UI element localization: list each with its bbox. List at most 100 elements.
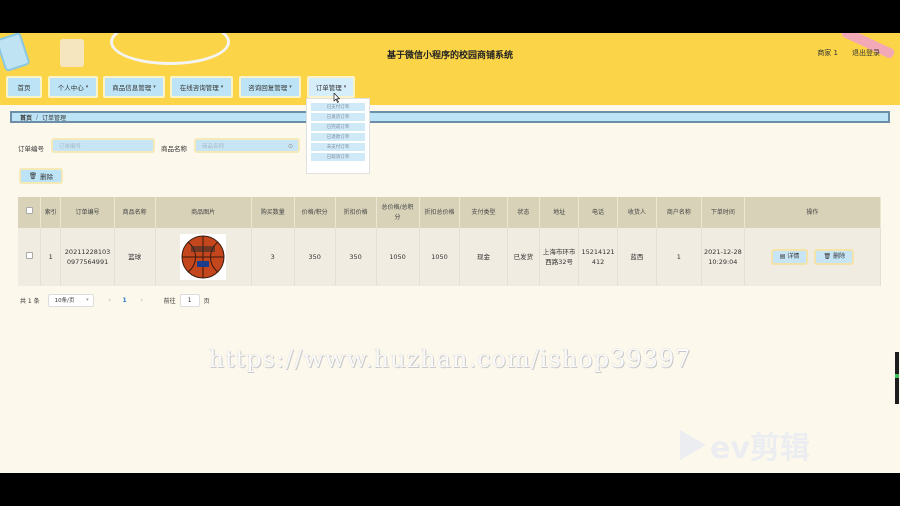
ev-watermark: ev剪辑 bbox=[680, 423, 810, 467]
row-checkbox-cell bbox=[18, 228, 41, 286]
cell-status: 已发货 bbox=[507, 228, 541, 286]
cell-discount-price: 350 bbox=[335, 228, 377, 286]
select-all-checkbox[interactable] bbox=[25, 207, 33, 214]
page-unit-label: 页 bbox=[203, 297, 210, 305]
column-header: 总价格/总积分 bbox=[376, 197, 420, 228]
cell-product-name: 篮球 bbox=[114, 228, 156, 286]
column-header: 操作 bbox=[744, 197, 882, 228]
column-header: 支付类型 bbox=[459, 197, 508, 228]
nav-item-home[interactable]: 首页 bbox=[6, 76, 42, 98]
cell-pay-type: 现金 bbox=[459, 228, 508, 286]
detail-icon: ▤ bbox=[779, 253, 786, 260]
play-icon bbox=[680, 430, 706, 460]
row-delete-button[interactable]: 🗑 删除 bbox=[814, 249, 855, 265]
breadcrumb: 首页 / 订单管理 bbox=[10, 111, 890, 123]
column-header: 折扣总价格 bbox=[419, 197, 461, 228]
video-letterbox-bottom bbox=[0, 473, 900, 506]
column-header: 收货人 bbox=[617, 197, 657, 228]
nav-item-personal-center[interactable]: 个人中心 ▾ bbox=[48, 76, 98, 98]
page-size-select[interactable]: 10条/页 ▾ bbox=[47, 293, 94, 307]
cell-receiver: 蓝西 bbox=[617, 228, 657, 286]
basketball-image bbox=[180, 234, 227, 280]
order-no-value: 202112281030977564991 bbox=[64, 248, 111, 266]
page-number-current[interactable]: 1 bbox=[118, 297, 132, 304]
table-row: 1 202112281030977564991 篮球 3 350 350 105… bbox=[18, 228, 882, 286]
delete-button-label: 删除 bbox=[40, 173, 54, 181]
pagination: 共 1 条 10条/页 ▾ ‹ 1 › 前往 1 页 bbox=[20, 293, 210, 307]
product-name-placeholder: 商品名称 bbox=[202, 143, 225, 150]
next-page-button[interactable]: › bbox=[134, 297, 150, 304]
mouse-cursor-icon bbox=[333, 93, 340, 103]
product-name-input[interactable]: 商品名称 ⊙ bbox=[194, 138, 300, 153]
cell-total: 1050 bbox=[376, 228, 420, 286]
cell-price: 350 bbox=[294, 228, 336, 286]
breadcrumb-current: 订单管理 bbox=[42, 114, 67, 122]
order-no-input[interactable]: 订单编号 bbox=[51, 138, 155, 153]
cell-discount-total: 1050 bbox=[419, 228, 461, 286]
chevron-down-icon: ▾ bbox=[289, 84, 292, 90]
order-management-dropdown: 已支付订单 已发货订单 已完成订单 已退款订单 未支付订单 已取消订单 bbox=[306, 98, 370, 174]
player-scroll-marker bbox=[895, 352, 899, 404]
nav-item-reply-management[interactable]: 咨询回复管理 ▾ bbox=[239, 76, 301, 98]
video-letterbox-top bbox=[0, 0, 900, 33]
column-header: 订单编号 bbox=[60, 197, 115, 228]
goto-label: 前往 bbox=[163, 297, 176, 305]
chevron-down-icon: ▾ bbox=[220, 84, 224, 90]
batch-delete-button[interactable]: 🗑 删除 bbox=[19, 168, 63, 184]
dropdown-item[interactable]: 已支付订单 bbox=[311, 103, 365, 111]
nav-item-consult-management[interactable]: 在线咨询管理 ▾ bbox=[170, 76, 233, 98]
detail-button[interactable]: ▤ 详情 bbox=[770, 249, 809, 265]
cell-phone: 15214121412 bbox=[578, 228, 618, 286]
select-all-checkbox-cell bbox=[18, 197, 41, 228]
column-header: 状态 bbox=[507, 197, 541, 228]
chevron-down-icon: ▾ bbox=[85, 84, 89, 90]
dropdown-item[interactable]: 已发货订单 bbox=[311, 113, 365, 121]
trash-icon: 🗑 bbox=[823, 253, 832, 260]
ev-watermark-text: ev剪辑 bbox=[710, 431, 810, 466]
column-header: 商品名称 bbox=[114, 197, 156, 228]
order-no-placeholder: 订单编号 bbox=[59, 143, 82, 150]
detail-button-label: 详情 bbox=[787, 253, 800, 260]
cell-quantity: 3 bbox=[251, 228, 295, 286]
cell-index: 1 bbox=[40, 228, 62, 286]
column-header: 商品图片 bbox=[155, 197, 252, 228]
cell-actions: ▤ 详情 🗑 删除 bbox=[744, 228, 882, 286]
nav-item-order-management[interactable]: 订单管理 ▾ bbox=[307, 76, 355, 98]
nav-item-label: 商品信息管理 bbox=[112, 84, 152, 92]
watermark-url: https://www.huzhan.com/ishop39397 bbox=[208, 345, 692, 373]
chevron-down-icon: ▾ bbox=[86, 296, 89, 303]
nav-item-product-management[interactable]: 商品信息管理 ▾ bbox=[103, 76, 165, 98]
current-user: 商家 1 bbox=[817, 49, 838, 57]
nav-item-label: 咨询回复管理 bbox=[248, 84, 288, 92]
nav-item-label: 订单管理 bbox=[315, 84, 342, 92]
clear-icon: ⊙ bbox=[287, 143, 293, 150]
product-name-label: 商品名称 bbox=[161, 145, 187, 153]
main-nav: 首页 个人中心 ▾ 商品信息管理 ▾ 在线咨询管理 ▾ 咨询回复管理 ▾ 订单管理 ▾ bbox=[0, 75, 900, 105]
cell-address: 上海市环市西路32号 bbox=[539, 228, 580, 286]
nav-item-label: 个人中心 bbox=[57, 84, 84, 92]
goto-page-input[interactable]: 1 bbox=[179, 293, 200, 307]
breadcrumb-home[interactable]: 首页 bbox=[20, 113, 32, 122]
breadcrumb-separator: / bbox=[36, 113, 39, 121]
prev-page-button[interactable]: ‹ bbox=[102, 297, 118, 304]
column-header: 电话 bbox=[578, 197, 618, 228]
cell-order-no: 202112281030977564991 bbox=[60, 228, 115, 286]
app-window: 基于微信小程序的校园商铺系统 商家 1 退出登录 首页 个人中心 ▾ 商品信息管理… bbox=[0, 33, 900, 473]
chevron-down-icon: ▾ bbox=[153, 84, 156, 90]
dropdown-item[interactable]: 已取消订单 bbox=[311, 153, 365, 161]
dropdown-item[interactable]: 未支付订单 bbox=[311, 143, 365, 151]
row-checkbox[interactable] bbox=[25, 252, 33, 259]
logout-link[interactable]: 退出登录 bbox=[852, 48, 880, 58]
cell-order-time: 2021-12-28 10:29:04 bbox=[701, 228, 745, 286]
dropdown-item[interactable]: 已退款订单 bbox=[311, 133, 365, 141]
chevron-down-icon: ▾ bbox=[343, 84, 347, 90]
nav-item-label: 在线咨询管理 bbox=[179, 84, 219, 92]
row-delete-button-label: 删除 bbox=[833, 253, 846, 260]
table-header-row: 索引 订单编号 商品名称 商品图片 购买数量 价格/积分 折扣价格 总价格/总积… bbox=[18, 197, 882, 228]
cell-product-image bbox=[155, 228, 252, 286]
column-header: 折扣价格 bbox=[335, 197, 377, 228]
cell-merchant: 1 bbox=[656, 228, 702, 286]
dropdown-item[interactable]: 已完成订单 bbox=[311, 123, 365, 131]
column-header: 商户名称 bbox=[656, 197, 702, 228]
app-title: 基于微信小程序的校园商铺系统 bbox=[386, 51, 513, 61]
